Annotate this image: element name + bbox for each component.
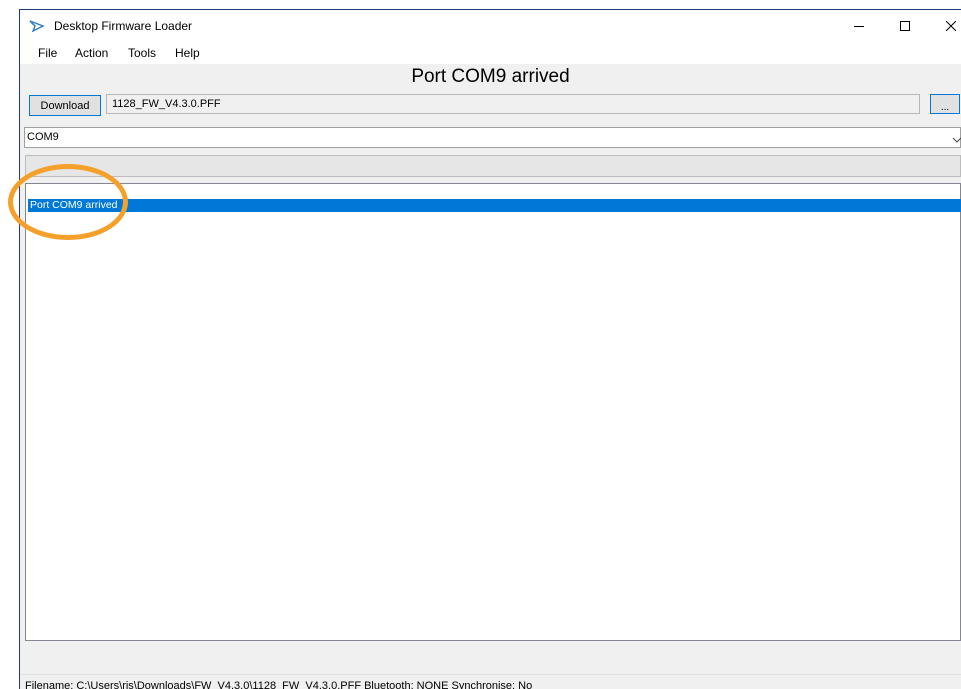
app-window: Desktop Firmware Loader File Action Tool… [19,9,961,689]
menu-file[interactable]: File [38,46,57,60]
window-title: Desktop Firmware Loader [54,19,193,33]
log-list[interactable]: Port COM9 arrived [25,183,961,641]
firmware-file-field[interactable]: 1128_FW_V4.3.0.PFF [106,94,920,114]
status-bar: Filename: C:\Users\ris\Downloads\FW_V4.3… [20,674,961,689]
status-heading: Port COM9 arrived [411,66,570,87]
browse-button[interactable]: ... [930,94,960,114]
app-logo-icon [29,19,45,33]
minimize-icon [854,26,864,27]
com-port-value: COM9 [27,131,59,143]
close-button[interactable] [928,10,961,42]
menu-action[interactable]: Action [75,46,108,60]
log-item-selected[interactable]: Port COM9 arrived [28,199,961,212]
com-port-select[interactable]: COM9 [24,127,961,148]
status-bar-text: Filename: C:\Users\ris\Downloads\FW_V4.3… [25,680,533,689]
menu-help[interactable]: Help [175,46,200,60]
menu-tools[interactable]: Tools [128,46,156,60]
menu-bar: File Action Tools Help [20,42,961,64]
close-icon [946,21,956,31]
progress-bar [25,155,961,177]
minimize-button[interactable] [836,10,882,42]
title-bar[interactable]: Desktop Firmware Loader [20,10,961,42]
maximize-icon [900,21,910,31]
chevron-down-icon[interactable] [952,132,961,151]
maximize-button[interactable] [882,10,928,42]
download-button[interactable]: Download [29,95,101,116]
screen: Desktop Firmware Loader File Action Tool… [0,0,961,689]
